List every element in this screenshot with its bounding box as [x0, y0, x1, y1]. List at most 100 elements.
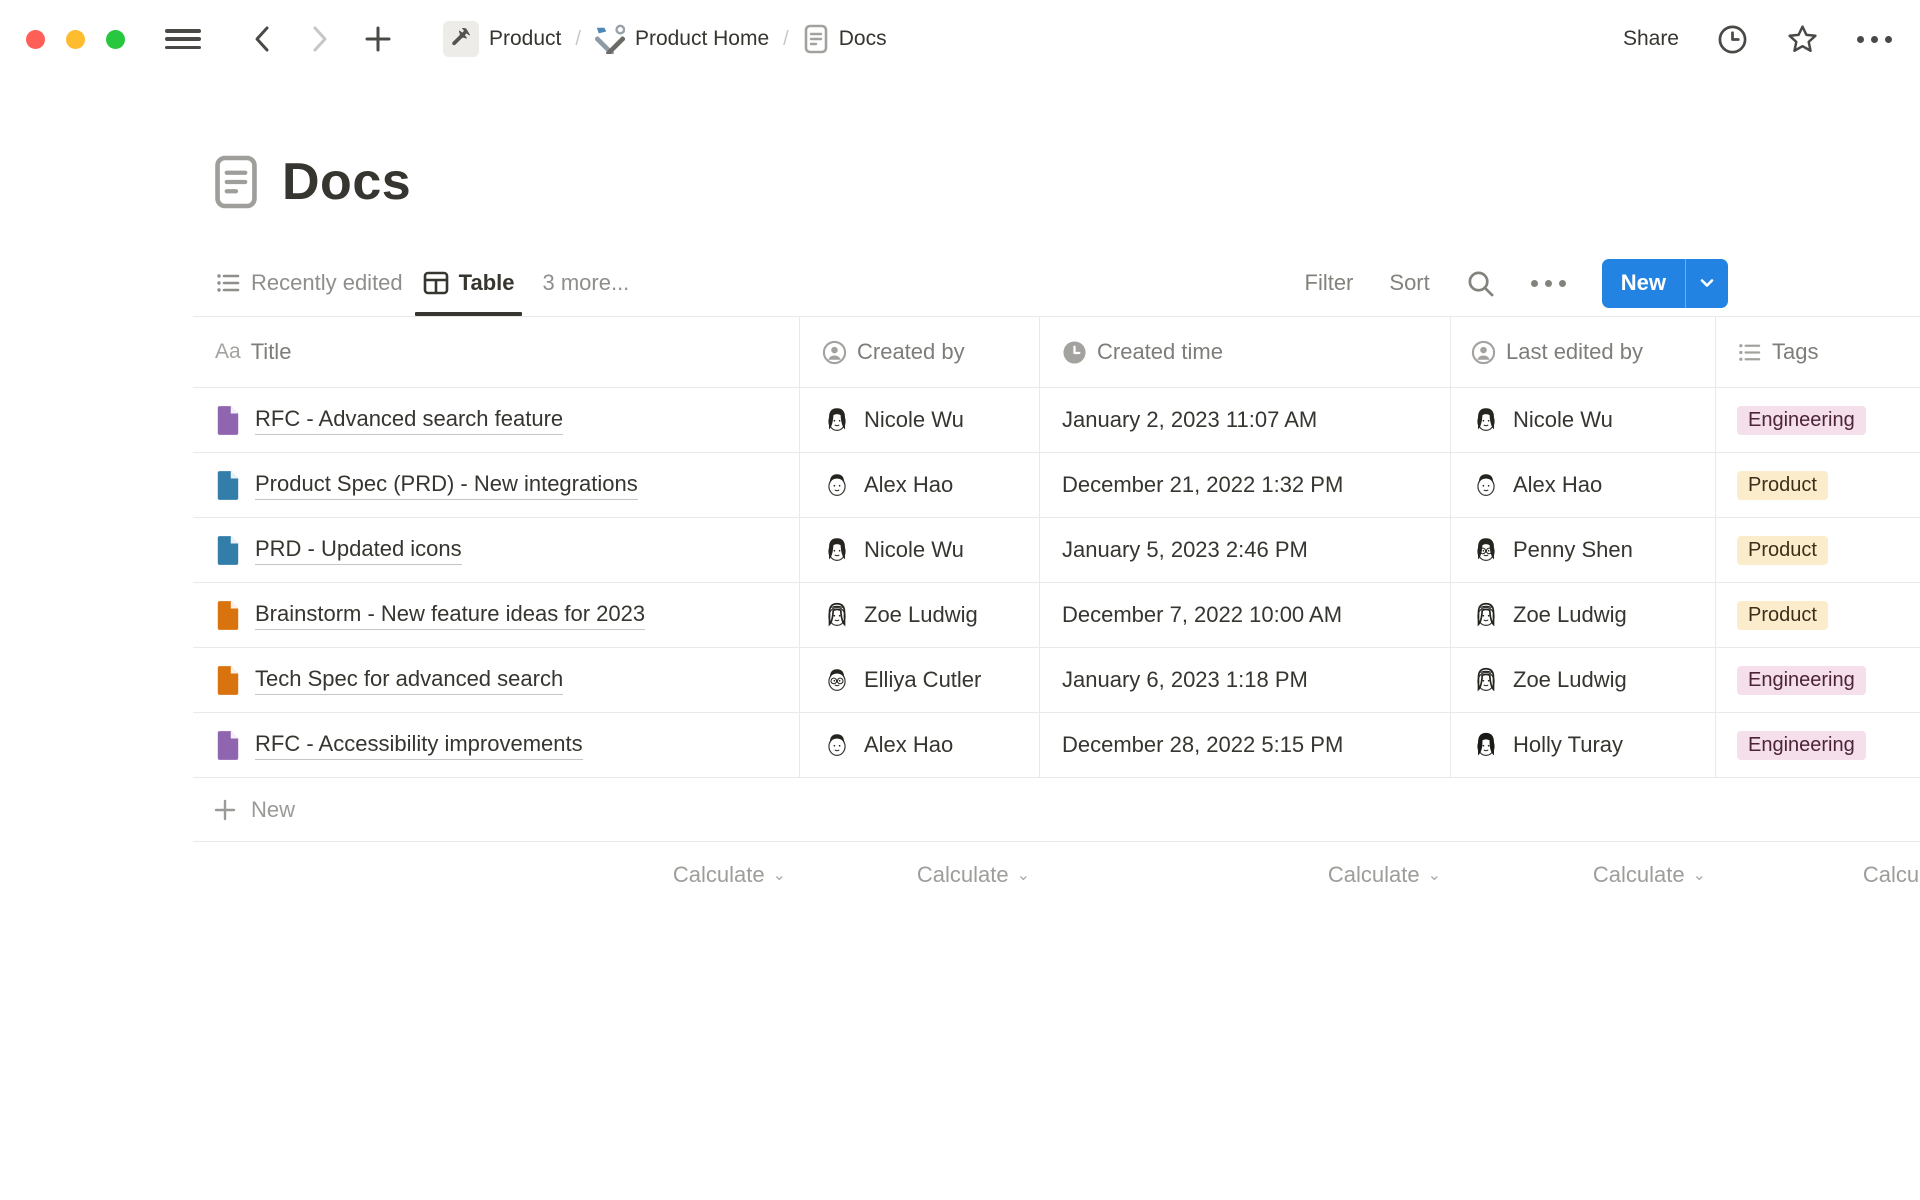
row-last-edited-by-cell[interactable]: Alex Hao	[1451, 453, 1716, 517]
filter-button[interactable]: Filter	[1305, 270, 1354, 296]
new-button-dropdown[interactable]	[1685, 259, 1728, 308]
column-label: Title	[251, 339, 292, 365]
column-header-last-edited-by[interactable]: Last edited by	[1451, 317, 1716, 387]
tab-recently-edited[interactable]: Recently edited	[205, 250, 413, 316]
row-last-edited-by-cell[interactable]: Penny Shen	[1451, 518, 1716, 582]
more-views-button[interactable]: 3 more...	[542, 270, 629, 296]
view-toolbar: Recently edited Table 3 more... Filter S…	[205, 250, 1728, 316]
list-icon	[215, 270, 241, 296]
row-created-time-cell[interactable]: January 6, 2023 1:18 PM	[1040, 648, 1451, 712]
table-row: Tech Spec for advanced search Elliya Cut…	[193, 648, 1920, 713]
zoom-window-button[interactable]	[106, 30, 125, 49]
created-time-value: January 6, 2023 1:18 PM	[1062, 667, 1308, 693]
page-link[interactable]: Product Spec (PRD) - New integrations	[255, 471, 638, 500]
column-header-tags[interactable]: Tags	[1716, 317, 1920, 387]
row-title-cell[interactable]: RFC - Accessibility improvements	[193, 713, 800, 777]
row-created-time-cell[interactable]: December 28, 2022 5:15 PM	[1040, 713, 1451, 777]
created-time-value: January 2, 2023 11:07 AM	[1062, 407, 1317, 433]
row-created-time-cell[interactable]: January 2, 2023 11:07 AM	[1040, 388, 1451, 452]
minimize-window-button[interactable]	[66, 30, 85, 49]
breadcrumb: Product / Product Home / Docs	[435, 17, 895, 61]
sidebar-menu-icon[interactable]	[165, 26, 201, 52]
calculate-last-edited-by[interactable]: Calculate⌄	[1451, 842, 1716, 908]
page-link[interactable]: PRD - Updated icons	[255, 536, 462, 565]
row-tags-cell[interactable]: Engineering	[1716, 388, 1920, 452]
avatar	[1471, 470, 1501, 500]
tab-table[interactable]: Table	[413, 250, 525, 316]
row-last-edited-by-cell[interactable]: Zoe Ludwig	[1451, 583, 1716, 647]
row-created-by-cell[interactable]: Nicole Wu	[800, 518, 1040, 582]
more-options-button[interactable]	[1857, 36, 1892, 43]
row-title-cell[interactable]: RFC - Advanced search feature	[193, 388, 800, 452]
row-title-cell[interactable]: Product Spec (PRD) - New integrations	[193, 453, 800, 517]
row-created-by-cell[interactable]: Alex Hao	[800, 713, 1040, 777]
row-tags-cell[interactable]: Engineering	[1716, 713, 1920, 777]
column-header-created-by[interactable]: Created by	[800, 317, 1040, 387]
breadcrumb-label: Product Home	[635, 27, 769, 51]
favorite-button[interactable]	[1786, 23, 1819, 56]
avatar	[822, 535, 852, 565]
add-new-row-label: New	[251, 797, 295, 823]
chevron-down-icon: ⌄	[1693, 865, 1706, 885]
add-new-row-button[interactable]: New	[193, 778, 1920, 842]
view-options-button[interactable]	[1531, 280, 1566, 287]
page-icon	[215, 405, 241, 435]
row-last-edited-by-cell[interactable]: Zoe Ludwig	[1451, 648, 1716, 712]
search-button[interactable]	[1466, 269, 1495, 298]
row-title-cell[interactable]: PRD - Updated icons	[193, 518, 800, 582]
page-icon	[215, 600, 241, 630]
column-label: Created time	[1097, 339, 1223, 365]
sort-button[interactable]: Sort	[1389, 270, 1429, 296]
row-created-by-cell[interactable]: Elliya Cutler	[800, 648, 1040, 712]
person-name: Zoe Ludwig	[1513, 667, 1627, 693]
calculate-title[interactable]: Calculate⌄	[193, 842, 800, 908]
avatar	[1471, 600, 1501, 630]
row-created-time-cell[interactable]: January 5, 2023 2:46 PM	[1040, 518, 1451, 582]
page-link[interactable]: RFC - Accessibility improvements	[255, 731, 583, 760]
tag-badge: Product	[1737, 471, 1828, 500]
row-title-cell[interactable]: Tech Spec for advanced search	[193, 648, 800, 712]
row-created-by-cell[interactable]: Nicole Wu	[800, 388, 1040, 452]
close-window-button[interactable]	[26, 30, 45, 49]
calculate-created-time[interactable]: Calculate⌄	[1040, 842, 1451, 908]
row-tags-cell[interactable]: Product	[1716, 583, 1920, 647]
clock-icon	[1062, 340, 1087, 365]
page-document-icon[interactable]	[212, 154, 260, 210]
row-tags-cell[interactable]: Product	[1716, 453, 1920, 517]
back-button[interactable]	[245, 22, 279, 56]
calculate-created-by[interactable]: Calculate⌄	[800, 842, 1040, 908]
row-created-by-cell[interactable]: Alex Hao	[800, 453, 1040, 517]
avatar	[1471, 405, 1501, 435]
page-link[interactable]: Brainstorm - New feature ideas for 2023	[255, 601, 645, 630]
row-created-time-cell[interactable]: December 7, 2022 10:00 AM	[1040, 583, 1451, 647]
table-row: Brainstorm - New feature ideas for 2023 …	[193, 583, 1920, 648]
share-button[interactable]: Share	[1623, 27, 1679, 51]
wrench-icon	[443, 21, 479, 57]
avatar	[822, 470, 852, 500]
forward-button[interactable]	[303, 22, 337, 56]
row-last-edited-by-cell[interactable]: Nicole Wu	[1451, 388, 1716, 452]
updates-button[interactable]	[1717, 24, 1748, 55]
row-last-edited-by-cell[interactable]: Holly Turay	[1451, 713, 1716, 777]
row-tags-cell[interactable]: Product	[1716, 518, 1920, 582]
clock-icon	[1717, 24, 1748, 55]
new-button[interactable]: New	[1602, 259, 1685, 308]
row-created-by-cell[interactable]: Zoe Ludwig	[800, 583, 1040, 647]
breadcrumb-item-product[interactable]: Product	[435, 17, 569, 61]
page-link[interactable]: RFC - Advanced search feature	[255, 406, 563, 435]
table-row: RFC - Advanced search feature Nicole Wu …	[193, 388, 1920, 453]
row-created-time-cell[interactable]: December 21, 2022 1:32 PM	[1040, 453, 1451, 517]
page-title[interactable]: Docs	[282, 152, 411, 212]
row-title-cell[interactable]: Brainstorm - New feature ideas for 2023	[193, 583, 800, 647]
column-label: Last edited by	[1506, 339, 1643, 365]
column-header-created-time[interactable]: Created time	[1040, 317, 1451, 387]
breadcrumb-item-docs[interactable]: Docs	[795, 20, 895, 58]
column-header-title[interactable]: Aa Title	[193, 317, 800, 387]
new-page-button[interactable]	[361, 22, 395, 56]
calculate-row: Calculate⌄ Calculate⌄ Calculate⌄ Calcula…	[193, 842, 1920, 908]
calculate-tags[interactable]: Calculate⌄	[1716, 842, 1920, 908]
row-tags-cell[interactable]: Engineering	[1716, 648, 1920, 712]
page-header: Docs	[212, 152, 1920, 212]
breadcrumb-item-product-home[interactable]: Product Home	[587, 20, 777, 58]
page-link[interactable]: Tech Spec for advanced search	[255, 666, 563, 695]
